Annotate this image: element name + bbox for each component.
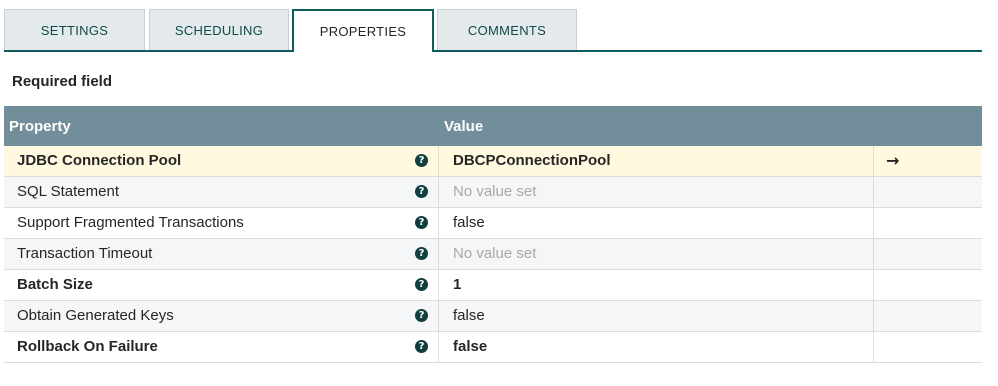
tab-settings[interactable]: SETTINGS bbox=[4, 9, 145, 50]
property-value[interactable]: DBCPConnectionPool bbox=[453, 146, 611, 176]
column-divider bbox=[873, 177, 874, 207]
help-icon[interactable]: ? bbox=[415, 278, 428, 291]
property-value[interactable]: false bbox=[453, 301, 485, 331]
table-row[interactable]: Batch Size? 1 bbox=[4, 270, 982, 301]
column-divider bbox=[438, 146, 439, 176]
column-divider bbox=[873, 332, 874, 362]
help-icon[interactable]: ? bbox=[415, 216, 428, 229]
table-row[interactable]: Rollback On Failure? false bbox=[4, 332, 982, 363]
arrow-right-icon[interactable]: → bbox=[886, 146, 899, 176]
table-body: JDBC Connection Pool? DBCPConnectionPool →… bbox=[4, 146, 982, 363]
property-name: JDBC Connection Pool bbox=[17, 152, 182, 169]
column-divider bbox=[873, 146, 874, 176]
tab-properties[interactable]: PROPERTIES bbox=[292, 9, 434, 52]
property-value[interactable]: false bbox=[453, 208, 485, 238]
table-row[interactable]: Support Fragmented Transactions? false bbox=[4, 208, 982, 239]
tab-scheduling[interactable]: SCHEDULING bbox=[149, 9, 289, 50]
help-icon[interactable]: ? bbox=[415, 309, 428, 322]
property-value[interactable]: false bbox=[453, 332, 487, 362]
property-name: Obtain Generated Keys bbox=[17, 307, 174, 324]
column-divider bbox=[438, 270, 439, 300]
column-header-property[interactable]: Property bbox=[9, 118, 71, 135]
column-divider bbox=[873, 270, 874, 300]
help-icon[interactable]: ? bbox=[415, 154, 428, 167]
column-divider bbox=[873, 239, 874, 269]
help-icon[interactable]: ? bbox=[415, 247, 428, 260]
property-name: Transaction Timeout bbox=[17, 245, 153, 262]
property-name: Rollback On Failure bbox=[17, 338, 158, 355]
column-divider bbox=[873, 208, 874, 238]
column-divider bbox=[873, 301, 874, 331]
property-value[interactable]: No value set bbox=[453, 177, 536, 207]
column-divider bbox=[438, 239, 439, 269]
properties-table: Property Value JDBC Connection Pool? DBCP… bbox=[4, 106, 982, 363]
property-value[interactable]: No value set bbox=[453, 239, 536, 269]
column-divider bbox=[438, 301, 439, 331]
property-name: SQL Statement bbox=[17, 183, 119, 200]
help-icon[interactable]: ? bbox=[415, 340, 428, 353]
tab-bar: SETTINGS SCHEDULING PROPERTIES COMMENTS bbox=[4, 0, 982, 52]
column-divider bbox=[438, 177, 439, 207]
required-field-label: Required field bbox=[12, 73, 113, 90]
column-divider bbox=[438, 208, 439, 238]
table-row[interactable]: SQL Statement? No value set bbox=[4, 177, 982, 208]
column-divider bbox=[438, 332, 439, 362]
table-header: Property Value bbox=[4, 106, 982, 146]
property-name: Batch Size bbox=[17, 276, 93, 293]
column-header-value[interactable]: Value bbox=[444, 118, 483, 135]
help-icon[interactable]: ? bbox=[415, 185, 428, 198]
table-row[interactable]: JDBC Connection Pool? DBCPConnectionPool → bbox=[4, 146, 982, 177]
table-row[interactable]: Transaction Timeout? No value set bbox=[4, 239, 982, 270]
property-name: Support Fragmented Transactions bbox=[17, 214, 244, 231]
property-value[interactable]: 1 bbox=[453, 270, 461, 300]
tab-comments[interactable]: COMMENTS bbox=[437, 9, 577, 50]
table-row[interactable]: Obtain Generated Keys? false bbox=[4, 301, 982, 332]
